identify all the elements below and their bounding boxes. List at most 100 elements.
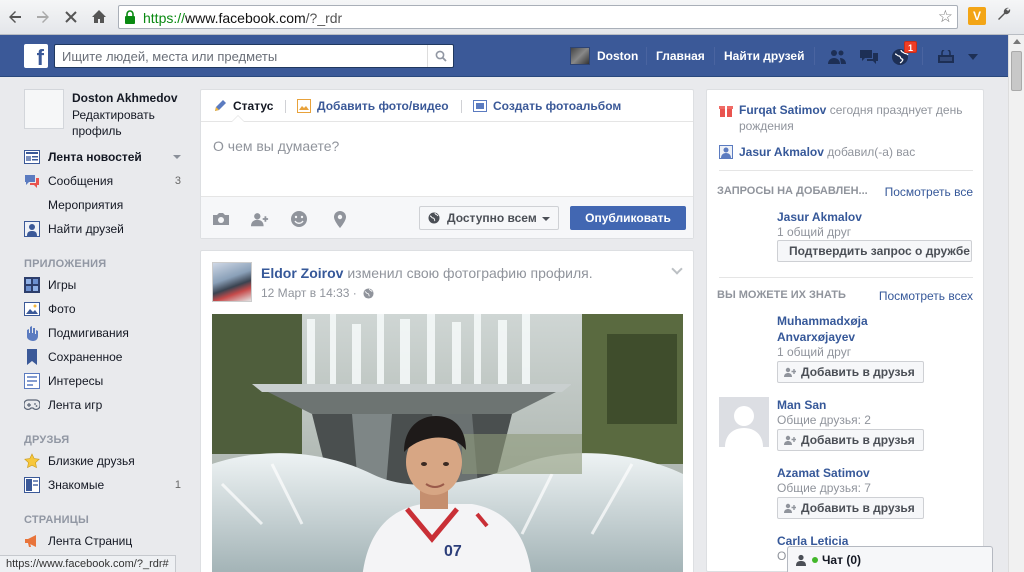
mutual-friends: Общие друзья: 2: [777, 413, 871, 427]
home-icon[interactable]: [88, 6, 110, 28]
add-friend-button[interactable]: Добавить в друзья: [777, 429, 924, 451]
tag-friends-icon[interactable]: [251, 210, 269, 228]
address-bar[interactable]: https://www.facebook.com/?_rdr ☆: [118, 5, 958, 29]
browser-status-bar: https://www.facebook.com/?_rdr#: [0, 555, 176, 572]
friend-added-notice[interactable]: Jasur Akmalov добавил(-а) вас: [719, 144, 973, 160]
suggestion-avatar[interactable]: [719, 313, 769, 363]
sidebar-item-pokes[interactable]: Подмигивания: [24, 321, 189, 345]
see-all-requests-link[interactable]: Посмотреть все: [885, 185, 973, 199]
suggestion-name-link[interactable]: Azamat Satimov: [777, 465, 927, 481]
add-friend-button[interactable]: Добавить в друзья: [777, 497, 924, 519]
interests-icon: [24, 373, 40, 389]
suggestion-avatar[interactable]: [719, 465, 769, 515]
sidebar-item-games[interactable]: Игры: [24, 273, 189, 297]
right-column: Furqat Satimov сегодня празднует день ро…: [706, 89, 984, 572]
bookmark-star-icon[interactable]: ☆: [938, 7, 953, 27]
pages-section-heading: СТРАНИЦЫ: [24, 514, 89, 526]
confirm-request-button[interactable]: Подтвердить запрос о дружбе: [777, 240, 972, 262]
facebook-topbar: f Doston Главная Найти друзей: [0, 35, 1008, 77]
author-name-link[interactable]: Eldor Zoirov: [261, 265, 343, 281]
divider: [814, 47, 815, 65]
find-friends-link[interactable]: Найти друзей: [724, 49, 804, 63]
feeling-smiley-icon[interactable]: [290, 210, 308, 228]
birthday-reminder[interactable]: Furqat Satimov сегодня празднует день ро…: [719, 102, 973, 134]
divider: [461, 100, 462, 113]
sidebar-item-saved[interactable]: Сохраненное: [24, 345, 189, 369]
tab-status[interactable]: Статус: [213, 99, 273, 113]
megaphone-icon: [24, 533, 40, 549]
privacy-shortcuts-icon[interactable]: [935, 47, 957, 67]
profile-name[interactable]: Doston Akhmedov: [72, 91, 178, 105]
chevron-down-icon: [542, 217, 550, 221]
suggestion-name-link[interactable]: Muhammadxøja Anvarxøjayev: [777, 313, 927, 345]
sidebar-item-messages[interactable]: Сообщения 3: [24, 169, 189, 193]
divider: [719, 170, 973, 171]
camera-icon[interactable]: [212, 210, 230, 228]
story-action: изменил свою фотографию профиля.: [347, 265, 593, 281]
suggestion-avatar[interactable]: [719, 397, 769, 447]
sidebar-item-pages-feed[interactable]: Лента Страниц: [24, 529, 189, 553]
notification-badge: 1: [904, 41, 918, 53]
people-you-may-know-heading: ВЫ МОЖЕТЕ ИХ ЗНАТЬ Посмотреть всех: [717, 289, 973, 303]
home-link[interactable]: Главная: [656, 49, 705, 63]
photos-icon: [24, 301, 40, 317]
request-name-link[interactable]: Jasur Akmalov: [777, 209, 927, 225]
edit-profile-link[interactable]: Редактировать профиль: [72, 107, 182, 139]
stop-icon[interactable]: [60, 6, 82, 28]
sidebar-item-photos[interactable]: Фото: [24, 297, 189, 321]
request-avatar[interactable]: [719, 209, 769, 259]
add-friend-icon: [784, 435, 796, 445]
friend-request-item: Jasur Akmalov 1 общий друг Подтвердить з…: [719, 209, 979, 269]
chat-person-icon: [796, 554, 806, 566]
sidebar-item-acquaintances[interactable]: Знакомые 1: [24, 473, 189, 497]
story-options-chevron-down-icon[interactable]: [671, 263, 683, 275]
tab-add-photo-video[interactable]: Добавить фото/видео: [297, 99, 449, 113]
tab-pointer: [231, 115, 245, 122]
person-icon: [719, 145, 733, 159]
author-avatar[interactable]: [212, 262, 252, 302]
sidebar-item-interests[interactable]: Интересы: [24, 369, 189, 393]
sidebar-item-find-friends[interactable]: Найти друзей: [24, 217, 189, 241]
avatar: [570, 47, 590, 65]
add-friend-icon: [784, 503, 796, 513]
messages-icon[interactable]: [858, 47, 880, 67]
profile-link[interactable]: Doston: [570, 47, 638, 65]
publish-button[interactable]: Опубликовать: [570, 206, 686, 230]
status-input[interactable]: О чем вы думаете?: [213, 138, 339, 154]
see-all-people-link[interactable]: Посмотреть всех: [879, 289, 973, 303]
search-icon[interactable]: [427, 45, 453, 67]
account-menu-chevron-down-icon[interactable]: [962, 47, 984, 67]
search-input[interactable]: [55, 45, 425, 67]
sidebar-item-news-feed[interactable]: Лента новостей: [24, 145, 189, 169]
friend-requests-icon[interactable]: [826, 47, 848, 67]
add-friend-button[interactable]: Добавить в друзья: [777, 361, 924, 383]
story-photo[interactable]: 07: [212, 314, 683, 572]
wrench-icon[interactable]: [996, 6, 1012, 27]
page-scrollbar[interactable]: [1008, 35, 1024, 572]
back-icon[interactable]: [4, 6, 26, 28]
audience-selector[interactable]: Доступно всем: [419, 206, 559, 230]
left-navigation: Doston Akhmedov Редактировать профиль Ле…: [24, 89, 189, 553]
tab-create-album[interactable]: Создать фотоальбом: [473, 99, 621, 113]
extension-icon[interactable]: V: [968, 7, 986, 25]
search-box: [54, 44, 454, 68]
sidebar-item-games-feed[interactable]: Лента игр: [24, 393, 189, 417]
scroll-up-arrow-icon[interactable]: [1013, 39, 1021, 44]
messages-icon: [24, 173, 40, 189]
scroll-thumb[interactable]: [1011, 51, 1022, 91]
chat-tab[interactable]: Чат (0): [787, 546, 993, 572]
friend-requests-heading: ЗАПРОСЫ НА ДОБАВЛЕН... Посмотреть все: [717, 185, 973, 199]
story-meta: 12 Март в 14:33 ·: [261, 286, 374, 300]
suggestion-item: Azamat Satimov Общие друзья: 7 Добавить …: [719, 465, 979, 525]
location-pin-icon[interactable]: [331, 210, 349, 228]
post-composer: Статус Добавить фото/видео Создать фотоа…: [200, 89, 694, 239]
sidebar-item-events[interactable]: Мероприятия: [24, 193, 189, 217]
suggestion-avatar[interactable]: [719, 533, 769, 571]
sidebar-item-close-friends[interactable]: Близкие друзья: [24, 449, 189, 473]
chevron-down-icon[interactable]: [173, 155, 181, 159]
forward-icon[interactable]: [32, 6, 54, 28]
suggestion-name-link[interactable]: Man San: [777, 397, 927, 413]
story-timestamp[interactable]: 12 Март в 14:33 ·: [261, 286, 357, 300]
facebook-logo[interactable]: f: [24, 44, 48, 68]
profile-picture[interactable]: [24, 89, 64, 129]
